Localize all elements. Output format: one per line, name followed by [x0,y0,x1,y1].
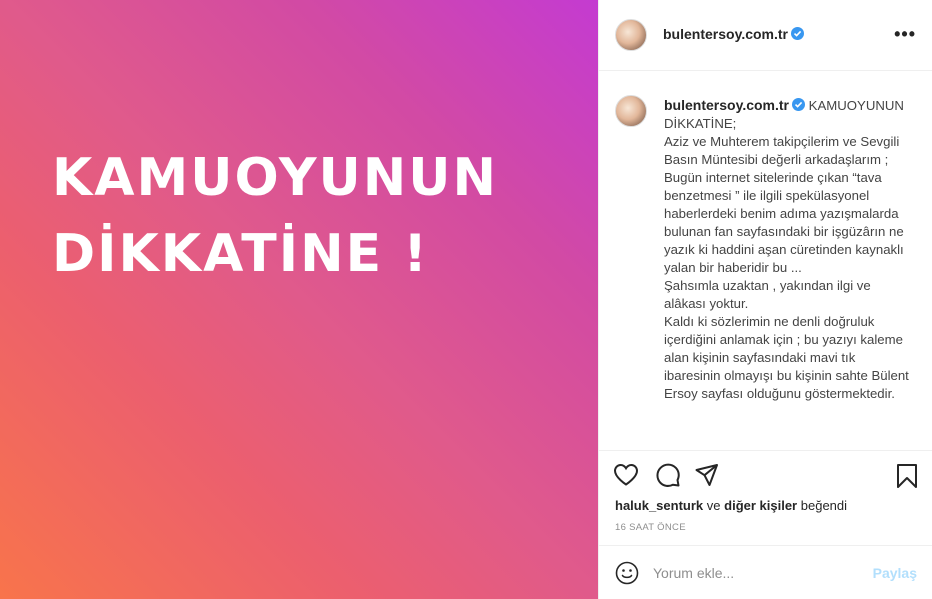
liker-username[interactable]: haluk_senturk [615,498,703,513]
caption-username[interactable]: bulentersoy.com.tr [664,97,789,113]
avatar[interactable] [615,95,647,127]
comment-box: Paylaş [599,545,932,599]
bookmark-icon[interactable] [896,463,918,494]
action-bar [599,450,932,494]
verified-icon [792,98,805,111]
header-username[interactable]: bulentersoy.com.tr [663,26,788,42]
caption-paragraph: Şahsımla uzaktan , yakından ilgi ve alâk… [664,278,871,311]
likes-connector: ve [706,498,721,513]
share-icon[interactable] [695,463,719,492]
post-headline: KAMUOYUNUN DİKKATİNE ! [52,138,572,294]
likes-summary: haluk_senturk ve diğer kişiler beğendi [615,498,847,513]
likes-suffix: beğendi [800,498,848,513]
post-image[interactable]: KAMUOYUNUN DİKKATİNE ! [0,0,598,599]
post-side-panel: bulentersoy.com.tr ••• bulentersoy.com.t… [598,0,932,599]
header-username-row[interactable]: bulentersoy.com.tr [663,26,804,42]
verified-icon [791,27,804,40]
caption-paragraph: Aziz ve Muhterem takipçilerim ve Sevgili… [664,134,900,167]
heart-icon[interactable] [613,463,639,492]
caption: bulentersoy.com.tr KAMUOYUNUN DİKKATİNE;… [664,96,914,403]
more-icon[interactable]: ••• [894,25,916,43]
post-header: bulentersoy.com.tr ••• [599,0,932,71]
caption-paragraph: Kaldı ki sözlerimin ne denli doğruluk iç… [664,314,909,401]
emoji-icon[interactable] [615,561,639,590]
post-timestamp[interactable]: 16 SAAT ÖNCE [615,522,686,533]
caption-paragraph: Bugün internet sitelerinde çıkan “tava b… [664,170,904,275]
comment-icon[interactable] [655,463,681,494]
avatar[interactable] [615,19,647,51]
caption-area: bulentersoy.com.tr KAMUOYUNUN DİKKATİNE;… [599,72,932,450]
post-comment-button[interactable]: Paylaş [873,565,917,581]
headline-line-1: KAMUOYUNUN [52,148,499,208]
headline-line-2: DİKKATİNE ! [52,224,429,284]
comment-input[interactable] [653,562,863,584]
others-link[interactable]: diğer kişiler [724,498,797,513]
